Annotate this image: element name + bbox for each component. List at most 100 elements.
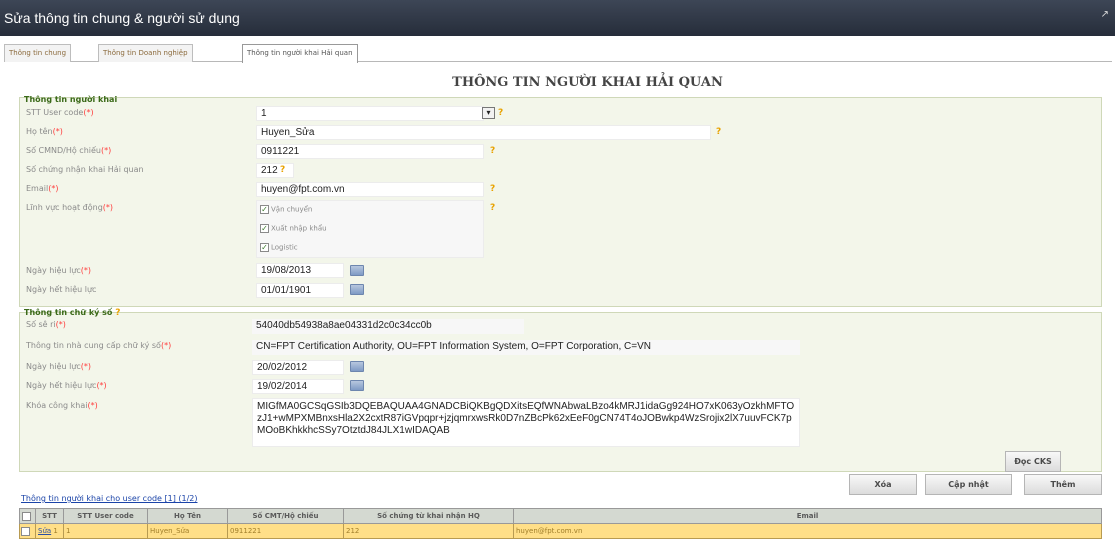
required-mark: (*) <box>52 127 63 136</box>
checkbox-label: Vận chuyển <box>271 205 313 214</box>
help-icon[interactable]: ? <box>490 146 495 156</box>
required-mark: (*) <box>80 362 92 371</box>
sig-effective-label: Ngày hiệu lực(*) <box>26 362 91 371</box>
required-mark: (*) <box>96 381 107 390</box>
stt-label-text: STT User code <box>26 108 84 117</box>
signature-section-text: Thông tin chữ ký số <box>24 308 113 317</box>
tab-strip: Thông tin chung Thông tin Doanh nghiệp T… <box>4 44 1112 63</box>
help-icon[interactable]: ? <box>490 184 495 194</box>
restore-icon[interactable]: ↗ <box>1101 9 1109 20</box>
header-cert: Số chứng từ khai nhận HQ <box>343 508 514 524</box>
row-id: 0911221 <box>227 523 344 539</box>
sig-expiry-label: Ngày hết hiệu lực(*) <box>26 381 107 390</box>
email-input[interactable]: huyen@fpt.com.vn <box>256 182 484 197</box>
sig-expiry-label-text: Ngày hết hiệu lực <box>26 381 97 390</box>
row-email: huyen@fpt.com.vn <box>513 523 1102 539</box>
update-button[interactable]: Cập nhật <box>925 474 1012 495</box>
calendar-icon[interactable] <box>350 265 364 276</box>
sig-expiry-input[interactable]: 19/02/2014 <box>252 379 344 394</box>
calendar-icon[interactable] <box>350 284 364 295</box>
activity-import-export-checkbox[interactable]: ✓ Xuất nhập khẩu <box>260 224 327 233</box>
header-name: Họ Tên <box>147 508 228 524</box>
provider-label-text: Thông tin nhà cung cấp chữ ký số <box>26 341 161 350</box>
row-name: Huyen_Sửa <box>147 523 228 539</box>
effective-label-text: Ngày hiệu lực <box>26 266 81 275</box>
required-mark: (*) <box>160 341 172 350</box>
id-label-text: Số CMND/Hộ chiếu <box>26 146 101 155</box>
row-cert: 212 <box>343 523 514 539</box>
public-key-textarea[interactable]: MIGfMA0GCSqGSIb3DQEBAQUAA4GNADCBiQKBgQDX… <box>252 398 800 447</box>
window-title: Sửa thông tin chung & người sử dụng <box>4 10 240 26</box>
header-id: Số CMT/Hộ chiếu <box>227 508 344 524</box>
expiry-date-label: Ngày hết hiệu lực <box>26 285 97 294</box>
public-key-label: Khóa công khai(*) <box>26 401 98 410</box>
name-input[interactable]: Huyen_Sửa <box>256 125 711 140</box>
help-icon[interactable]: ? <box>280 165 285 175</box>
edit-link[interactable]: Sửa <box>38 527 51 535</box>
activity-transport-checkbox[interactable]: ✓ Vận chuyển <box>260 205 312 214</box>
declarant-table: STT STT User code Họ Tên Số CMT/Hộ chiếu… <box>19 508 1102 539</box>
row-select-cell <box>19 523 36 539</box>
required-mark: (*) <box>48 184 59 193</box>
header-email: Email <box>513 508 1102 524</box>
header-select-cell <box>19 508 36 524</box>
tab-customs-declarant[interactable]: Thông tin người khai Hải quan <box>242 44 358 63</box>
serial-value: 54040db54938a8ae04331d2c0c34cc0b <box>252 319 524 334</box>
public-key-label-text: Khóa công khai <box>26 401 88 410</box>
serial-label: Số sê ri(*) <box>26 320 66 329</box>
table-row[interactable]: Sửa 1 1 Huyen_Sửa 0911221 212 huyen@fpt.… <box>19 523 1102 539</box>
effective-date-label: Ngày hiệu lực(*) <box>26 266 91 275</box>
required-mark: (*) <box>102 203 114 212</box>
help-icon[interactable]: ? <box>716 127 721 137</box>
checkbox-checked-icon[interactable]: ✓ <box>260 224 269 233</box>
activity-field-label: Lĩnh vực hoạt động(*) <box>26 203 113 212</box>
email-label: Email(*) <box>26 184 58 193</box>
help-icon[interactable]: ? <box>115 308 120 318</box>
checkbox-checked-icon[interactable]: ✓ <box>260 243 269 252</box>
serial-label-text: Số sê ri <box>26 320 56 329</box>
tab-general[interactable]: Thông tin chung <box>4 44 72 62</box>
page-title: THÔNG TIN NGƯỜI KHAI HẢI QUAN <box>452 75 723 90</box>
select-all-checkbox[interactable] <box>22 511 31 521</box>
calendar-icon[interactable] <box>350 361 364 372</box>
signature-panel <box>19 312 1102 472</box>
name-label-text: Họ tên <box>26 127 53 136</box>
customs-cert-input[interactable]: 212 <box>256 163 294 178</box>
calendar-icon[interactable] <box>350 380 364 391</box>
id-number-input[interactable]: 0911221 <box>256 144 484 159</box>
checkbox-checked-icon[interactable]: ✓ <box>260 205 269 214</box>
effective-date-input[interactable]: 19/08/2013 <box>256 263 344 278</box>
customs-cert-label: Số chứng nhận khai Hải quan <box>26 165 144 174</box>
expiry-date-input[interactable]: 01/01/1901 <box>256 283 344 298</box>
signature-section-title: Thông tin chữ ký số ? <box>24 308 120 318</box>
activity-logistic-checkbox[interactable]: ✓ Logistic <box>260 243 298 252</box>
stt-user-code-label: STT User code(*) <box>26 108 94 117</box>
required-mark: (*) <box>83 108 94 117</box>
tab-business[interactable]: Thông tin Doanh nghiệp <box>98 44 193 62</box>
sig-effective-label-text: Ngày hiệu lực <box>26 362 81 371</box>
declarant-section-title: Thông tin người khai <box>24 95 118 104</box>
sig-effective-input[interactable]: 20/02/2012 <box>252 360 344 375</box>
name-label: Họ tên(*) <box>26 127 63 136</box>
chevron-down-icon[interactable]: ▾ <box>482 107 495 119</box>
help-icon[interactable]: ? <box>490 203 495 213</box>
read-cks-button[interactable]: Đọc CKS <box>1005 451 1061 472</box>
checkbox-label: Logistic <box>271 243 298 252</box>
delete-button[interactable]: Xóa <box>849 474 917 495</box>
table-header-row: STT STT User code Họ Tên Số CMT/Hộ chiếu… <box>19 508 1102 524</box>
id-number-label: Số CMND/Hộ chiếu(*) <box>26 146 111 155</box>
row-checkbox[interactable] <box>21 526 30 536</box>
required-mark: (*) <box>100 146 112 155</box>
activity-label-text: Lĩnh vực hoạt động <box>26 203 103 212</box>
stt-user-code-select[interactable]: 1 <box>256 106 484 121</box>
add-button[interactable]: Thêm <box>1024 474 1102 495</box>
row-cell: Sửa 1 <box>35 523 64 539</box>
help-icon[interactable]: ? <box>498 108 503 118</box>
required-mark: (*) <box>55 320 66 329</box>
provider-label: Thông tin nhà cung cấp chữ ký số(*) <box>26 341 171 350</box>
table-caption-link[interactable]: Thông tin người khai cho user code [1] (… <box>21 494 198 503</box>
row-user-code: 1 <box>63 523 148 539</box>
header-user-code: STT User code <box>63 508 148 524</box>
header-stt: STT <box>35 508 64 524</box>
window-titlebar: Sửa thông tin chung & người sử dụng ↗ <box>0 0 1115 36</box>
